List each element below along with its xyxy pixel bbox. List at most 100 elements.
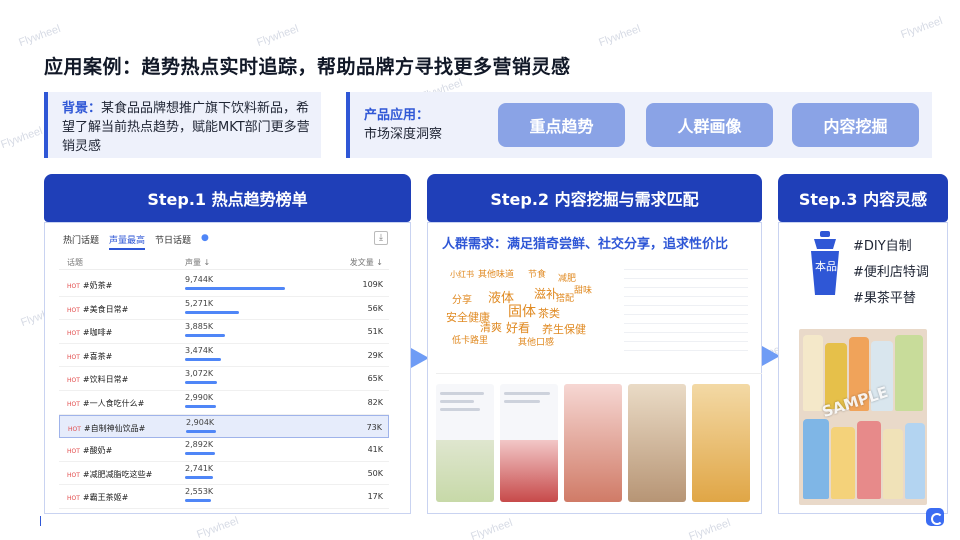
row-volume-bar [185, 310, 239, 314]
hot-badge-icon: HOT [67, 448, 80, 456]
pill-audience[interactable]: 人群画像 [646, 103, 773, 147]
row-volume: 2,904K [186, 417, 215, 427]
table-row[interactable]: HOT #霸王茶姬# 2,553K 17K [59, 485, 389, 509]
row-posts: 51K [367, 327, 383, 337]
shaker-label: 本品 [815, 260, 837, 273]
watermark: Flywheel [469, 516, 515, 540]
row-volume: 3,885K [185, 322, 214, 332]
download-icon[interactable]: ⤓ [374, 231, 388, 245]
row-posts: 56K [367, 303, 383, 313]
hot-badge-icon: HOT [67, 401, 80, 408]
product-label: 产品应用： 市场深度洞察 [364, 106, 442, 144]
info-icon: ● [201, 233, 209, 243]
row-volume-bar [185, 357, 221, 361]
hot-badge-icon: HOT [67, 495, 80, 503]
cloud-word: 分享 [452, 295, 472, 306]
watermark: Flywheel [0, 124, 45, 152]
row-posts: 65K [367, 374, 383, 384]
row-volume: 3,474K [185, 345, 214, 355]
table-header: 话题 声量 ↓ 发文量 ↓ [59, 254, 389, 270]
hot-badge-icon: HOT [68, 425, 81, 433]
row-volume-bar [186, 429, 216, 433]
mini-data-table [624, 261, 748, 357]
feed-card[interactable] [500, 384, 558, 502]
trend-ranking-card: 热门话题 声量最高 节日话题 ● ⤓ 话题 声量 ↓ 发文量 ↓ HOT #奶茶#… [44, 222, 411, 514]
audience-need: 人群需求：满足猎奇尝鲜、社交分享，追求性价比 [442, 237, 729, 252]
col-posts[interactable]: 发文量 ↓ [350, 257, 383, 268]
cloud-word: 其他口感 [518, 338, 555, 348]
row-volume-bar [185, 287, 285, 290]
cloud-word: 小红书 [450, 270, 474, 279]
row-topic: HOT #饮料日常# [67, 375, 129, 385]
table-row[interactable]: HOT #咖啡# 3,885K 51K [59, 320, 389, 344]
watermark: Flywheel [899, 14, 945, 42]
row-volume-bar [185, 381, 217, 385]
hot-badge-icon: HOT [67, 353, 80, 361]
cloud-word: 固体 [508, 304, 536, 320]
row-volume: 2,990K [185, 393, 214, 402]
page-title: 应用案例：趋势热点实时追踪，帮助品牌方寻找更多营销灵感 [44, 56, 571, 78]
row-topic: HOT #美食日常# [67, 304, 129, 314]
row-posts: 29K [367, 350, 383, 360]
feed-card[interactable] [692, 384, 750, 502]
tab-festival-topics[interactable]: 节日话题 [155, 233, 191, 250]
table-row[interactable]: HOT #奶茶# 9,744K 109K [59, 273, 389, 297]
row-volume-bar [185, 475, 213, 479]
col-volume[interactable]: 声量 ↓ [185, 257, 210, 268]
table-row[interactable]: HOT #饮料日常# 3,072K 65K [59, 367, 389, 391]
row-volume: 2,892K [185, 440, 214, 450]
watermark: Flywheel [687, 516, 733, 540]
row-topic: HOT #自制神仙饮品# [68, 423, 146, 433]
product-label-line2: 市场深度洞察 [364, 127, 443, 142]
tab-top-volume[interactable]: 声量最高 [109, 233, 146, 250]
drinks-photo: SAMPLE [799, 329, 927, 505]
table-row[interactable]: HOT #减肥减脂吃这些# 2,741K 50K [59, 462, 389, 486]
feed-card[interactable] [564, 384, 622, 502]
hot-badge-icon: HOT [67, 471, 80, 479]
row-topic: HOT #酸奶# [67, 446, 113, 456]
watermark: Flywheel [17, 22, 63, 50]
table-row[interactable]: HOT #一人食吃什么# 2,990K 82K [59, 391, 389, 415]
row-volume: 2,741K [185, 463, 214, 473]
cloud-word: 茶类 [538, 307, 560, 320]
row-topic: HOT #减肥减脂吃这些# [67, 469, 153, 479]
background-label: 背景： [62, 101, 102, 116]
row-posts: 82K [367, 398, 383, 407]
row-posts: 17K [367, 492, 383, 502]
hot-badge-icon: HOT [67, 330, 80, 338]
trend-tabs: 热门话题 声量最高 节日话题 ● [63, 233, 209, 250]
row-volume-bar [185, 452, 215, 456]
hot-badge-icon: HOT [67, 306, 80, 314]
row-posts: 109K [362, 280, 383, 289]
tab-hot-topics[interactable]: 热门话题 [63, 233, 99, 250]
row-topic: HOT #一人食吃什么# [67, 399, 145, 408]
pill-trend[interactable]: 重点趋势 [498, 103, 625, 147]
hot-badge-icon: HOT [67, 377, 80, 385]
feed-card[interactable] [436, 384, 494, 502]
cloud-word: 好看 [506, 321, 531, 335]
word-cloud: 小红书 其他味道 液体 固体 分享 安全健康 好看 茶类 养生保健 滋补 清爽 搭配 节食 减肥 甜味 其他口… [438, 257, 628, 367]
table-row[interactable]: HOT #美食日常# 5,271K 56K [59, 297, 389, 321]
watermark: Flywheel [195, 514, 241, 540]
table-row[interactable]: HOT #喜茶# 3,474K 29K [59, 344, 389, 368]
row-topic: HOT #奶茶# [67, 281, 113, 290]
footer-mark [40, 516, 41, 526]
content-feed [436, 373, 762, 509]
table-row[interactable]: HOT #自制神仙饮品# 2,904K 73K [59, 414, 389, 439]
inspiration-card: 本品 #DIY自制 #便利店特调 #果茶平替 SAMPLE [778, 222, 948, 514]
tag-fruit-tea: #果茶平替 [853, 291, 916, 306]
pill-content[interactable]: 内容挖掘 [792, 103, 919, 147]
row-volume-bar [185, 405, 216, 408]
row-posts: 50K [367, 468, 383, 478]
row-topic: HOT #喜茶# [67, 351, 113, 361]
col-topic: 话题 [67, 258, 83, 267]
table-row[interactable]: HOT #酸奶# 2,892K 41K [59, 438, 389, 462]
row-volume: 2,553K [185, 487, 214, 497]
row-topic: HOT #咖啡# [67, 328, 113, 338]
row-volume-bar [185, 334, 225, 338]
tag-convenience: #便利店特调 [853, 265, 929, 280]
feed-card[interactable] [628, 384, 686, 502]
brand-logo-icon [926, 508, 944, 526]
content-mining-card: 人群需求：满足猎奇尝鲜、社交分享，追求性价比 小红书 其他味道 液体 固体 分享 安全健康… [427, 222, 762, 514]
row-volume: 5,271K [185, 298, 214, 308]
